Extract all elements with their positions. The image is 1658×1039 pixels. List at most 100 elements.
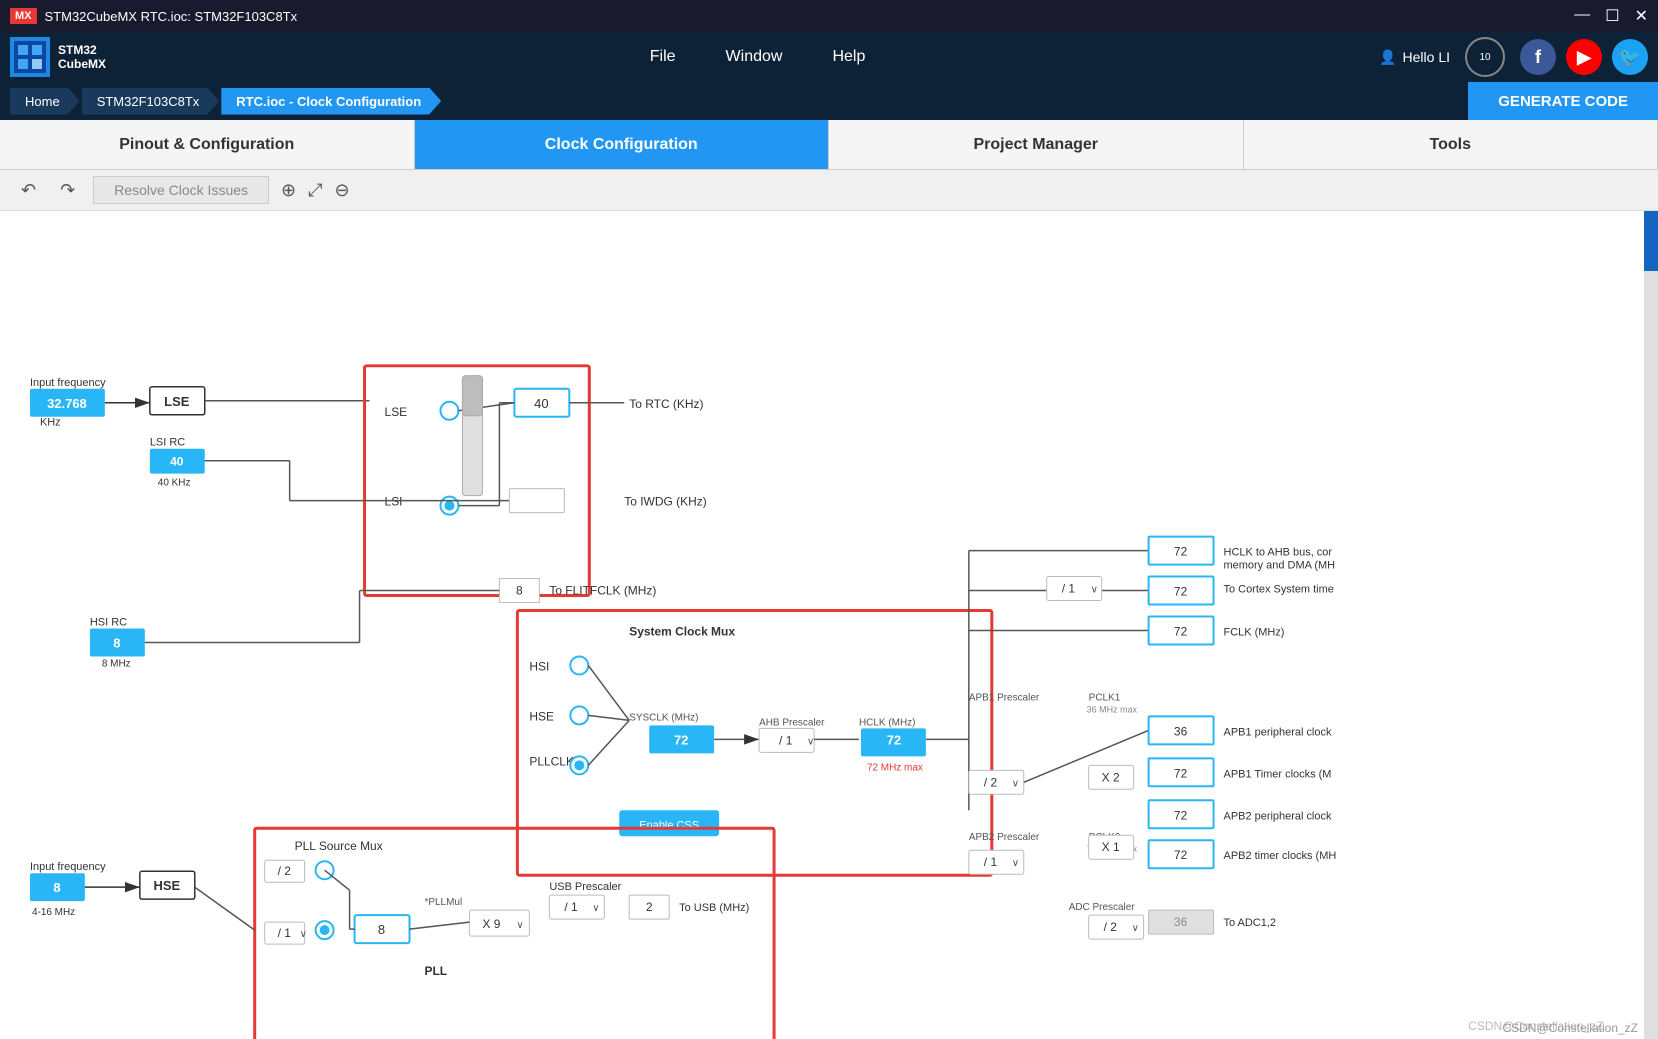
logo-cube [10,37,50,77]
facebook-icon[interactable]: f [1520,39,1556,75]
svg-text:AHB Prescaler: AHB Prescaler [759,717,825,728]
zoom-out-button[interactable]: ⊖ [335,180,350,201]
redo-button[interactable]: ↷ [54,178,81,203]
svg-text:HSE: HSE [529,709,554,723]
svg-text:72: 72 [1174,766,1188,780]
menu-items: File Window Help [136,48,1379,66]
generate-code-button[interactable]: GENERATE CODE [1468,82,1658,120]
svg-text:8: 8 [53,880,60,895]
svg-text:PCLK1: PCLK1 [1089,692,1121,703]
svg-text:∨: ∨ [807,736,814,747]
breadcrumb-bar: Home STM32F103C8Tx RTC.ioc - Clock Confi… [0,82,1658,120]
svg-text:LSI: LSI [385,495,403,509]
svg-text:HCLK (MHz): HCLK (MHz) [859,717,916,728]
scrollbar-thumb[interactable] [1644,211,1658,271]
tab-clock[interactable]: Clock Configuration [415,120,830,169]
svg-text:/ 1: / 1 [779,733,793,747]
undo-button[interactable]: ↶ [15,178,42,203]
svg-text:72: 72 [1174,585,1188,599]
close-button[interactable]: ✕ [1635,6,1648,26]
user-name: Hello LI [1403,49,1450,65]
input-freq-label: Input frequency [30,377,106,389]
svg-text:40: 40 [170,455,184,469]
window-title: STM32CubeMX RTC.ioc: STM32F103C8Tx [45,9,298,24]
svg-text:72 MHz max: 72 MHz max [867,762,923,773]
svg-text:32.768: 32.768 [47,396,87,411]
svg-text:/ 2: / 2 [278,864,292,878]
svg-text:72: 72 [674,732,688,747]
svg-text:System Clock Mux: System Clock Mux [629,624,735,638]
tab-project-manager[interactable]: Project Manager [829,120,1244,169]
svg-text:4-16 MHz: 4-16 MHz [32,907,75,918]
svg-text:∨: ∨ [516,920,523,931]
menu-right: 👤 Hello LI 10 f ▶ 🐦 [1379,37,1648,77]
svg-text:memory and DMA (MH: memory and DMA (MH [1224,560,1336,572]
svg-text:To FLITFCLK (MHz): To FLITFCLK (MHz) [549,584,656,598]
svg-text:∨: ∨ [1012,858,1019,869]
svg-text:SYSCLK (MHz): SYSCLK (MHz) [629,712,698,723]
svg-text:APB1 Prescaler: APB1 Prescaler [969,692,1040,703]
svg-text:ADC Prescaler: ADC Prescaler [1069,902,1136,913]
svg-text:/ 1: / 1 [984,855,998,869]
fit-button[interactable]: ⤢ [308,180,322,201]
svg-text:PLL Source Mux: PLL Source Mux [295,839,383,853]
svg-text:APB2 peripheral clock: APB2 peripheral clock [1224,810,1332,822]
tabbar: Pinout & Configuration Clock Configurati… [0,120,1658,170]
main-content: ↶ ↷ Resolve Clock Issues ⊕ ⤢ ⊖ Input fre… [0,170,1658,1039]
svg-text:/ 1: / 1 [564,900,578,914]
svg-text:To IWDG (KHz): To IWDG (KHz) [624,495,706,509]
svg-text:∨: ∨ [1012,778,1019,789]
svg-text:40 KHz: 40 KHz [158,478,191,489]
svg-text:/ 1: / 1 [1062,582,1076,596]
svg-text:HSE: HSE [153,878,180,893]
logo-text: STM32 CubeMX [58,43,106,72]
svg-text:36: 36 [1174,915,1188,929]
tab-tools[interactable]: Tools [1244,120,1658,169]
zoom-in-button[interactable]: ⊕ [281,180,296,201]
titlebar: MX STM32CubeMX RTC.ioc: STM32F103C8Tx — … [0,0,1658,32]
svg-text:To ADC1,2: To ADC1,2 [1224,917,1276,929]
svg-text:HSI: HSI [529,659,549,673]
svg-text:/ 1: / 1 [278,926,292,940]
menu-file[interactable]: File [650,48,676,66]
breadcrumb-home[interactable]: Home [10,88,80,115]
svg-text:X 2: X 2 [1102,770,1120,784]
svg-text:72: 72 [887,732,901,747]
svg-text:∨: ∨ [300,929,307,940]
resolve-clock-button[interactable]: Resolve Clock Issues [93,176,269,204]
svg-text:72: 72 [1174,848,1188,862]
tab-pinout[interactable]: Pinout & Configuration [0,120,415,169]
menu-help[interactable]: Help [832,48,865,66]
svg-text:APB1 peripheral clock: APB1 peripheral clock [1224,726,1332,738]
user-icon: 👤 [1379,49,1396,66]
diagram-toolbar: ↶ ↷ Resolve Clock Issues ⊕ ⤢ ⊖ [0,170,1658,211]
user-greeting: 👤 Hello LI [1379,49,1450,66]
svg-text:Input frequency: Input frequency [30,861,106,873]
svg-text:36 MHz max: 36 MHz max [1087,704,1138,714]
twitter-icon[interactable]: 🐦 [1612,39,1648,75]
svg-text:X 9: X 9 [482,917,500,931]
svg-text:8: 8 [516,584,523,598]
youtube-icon[interactable]: ▶ [1566,39,1602,75]
scrollbar-track[interactable] [1644,211,1658,1039]
clock-diagram: Input frequency 32.768 KHz LSE LSI RC 40… [0,211,1658,1039]
svg-text:FCLK (MHz): FCLK (MHz) [1224,626,1285,638]
svg-text:72: 72 [1174,624,1188,638]
svg-text:∨: ∨ [1132,923,1139,934]
svg-text:APB2 timer clocks (MH: APB2 timer clocks (MH [1224,850,1337,862]
title-controls[interactable]: — ☐ ✕ [1574,6,1648,26]
svg-text:HSI RC: HSI RC [90,617,127,629]
svg-text:To Cortex System time: To Cortex System time [1224,584,1334,596]
minimize-button[interactable]: — [1574,6,1590,26]
svg-text:72: 72 [1174,545,1188,559]
svg-text:X 1: X 1 [1102,840,1120,854]
svg-text:LSI RC: LSI RC [150,437,185,449]
breadcrumb-device[interactable]: STM32F103C8Tx [82,88,220,115]
maximize-button[interactable]: ☐ [1605,6,1619,26]
svg-text:LSE: LSE [385,405,408,419]
svg-text:8: 8 [113,635,120,650]
svg-text:To USB (MHz): To USB (MHz) [679,902,749,914]
breadcrumb-current[interactable]: RTC.ioc - Clock Configuration [221,88,441,115]
svg-text:PLLCLK: PLLCLK [529,754,574,768]
menu-window[interactable]: Window [726,48,783,66]
